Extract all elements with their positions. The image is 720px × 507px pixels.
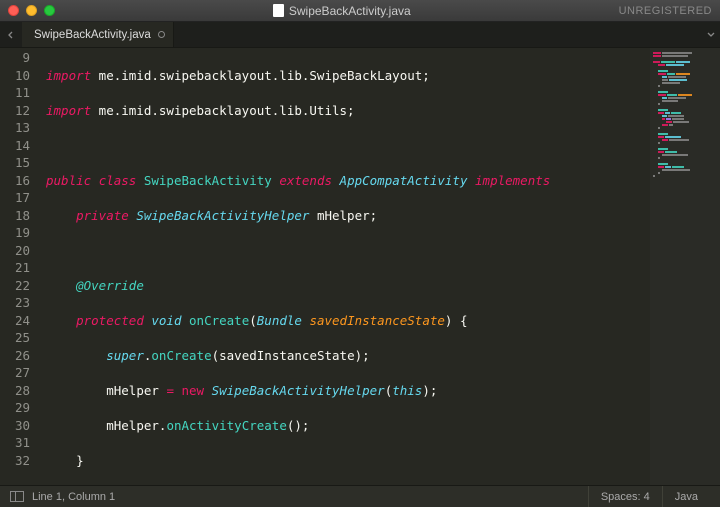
file-icon — [273, 4, 284, 17]
minimap[interactable] — [650, 48, 720, 485]
tab-swipebackactivity[interactable]: SwipeBackActivity.java — [22, 22, 174, 47]
tab-dropdown[interactable] — [702, 22, 720, 47]
indent-setting[interactable]: Spaces: 4 — [588, 486, 662, 507]
registration-status: UNREGISTERED — [619, 5, 712, 17]
traffic-lights — [8, 5, 55, 16]
window-title-text: SwipeBackActivity.java — [289, 4, 411, 18]
minimize-window-button[interactable] — [26, 5, 37, 16]
line-gutter: 9101112131415161718192021222324252627282… — [0, 48, 38, 485]
tab-close-icon[interactable] — [158, 31, 165, 38]
zoom-window-button[interactable] — [44, 5, 55, 16]
close-window-button[interactable] — [8, 5, 19, 16]
tab-scroll-left[interactable] — [0, 22, 22, 47]
window-title: SwipeBackActivity.java — [65, 4, 619, 18]
status-bar: Line 1, Column 1 Spaces: 4 Java — [0, 485, 720, 507]
tab-label: SwipeBackActivity.java — [34, 29, 151, 41]
code-view[interactable]: import me.imid.swipebacklayout.lib.Swipe… — [38, 48, 720, 485]
tab-bar: SwipeBackActivity.java — [0, 22, 720, 48]
titlebar: SwipeBackActivity.java UNREGISTERED — [0, 0, 720, 22]
sidebar-toggle-icon[interactable] — [10, 491, 24, 502]
cursor-position[interactable]: Line 1, Column 1 — [32, 491, 115, 503]
syntax-mode[interactable]: Java — [662, 486, 710, 507]
editor-area: 9101112131415161718192021222324252627282… — [0, 48, 720, 485]
